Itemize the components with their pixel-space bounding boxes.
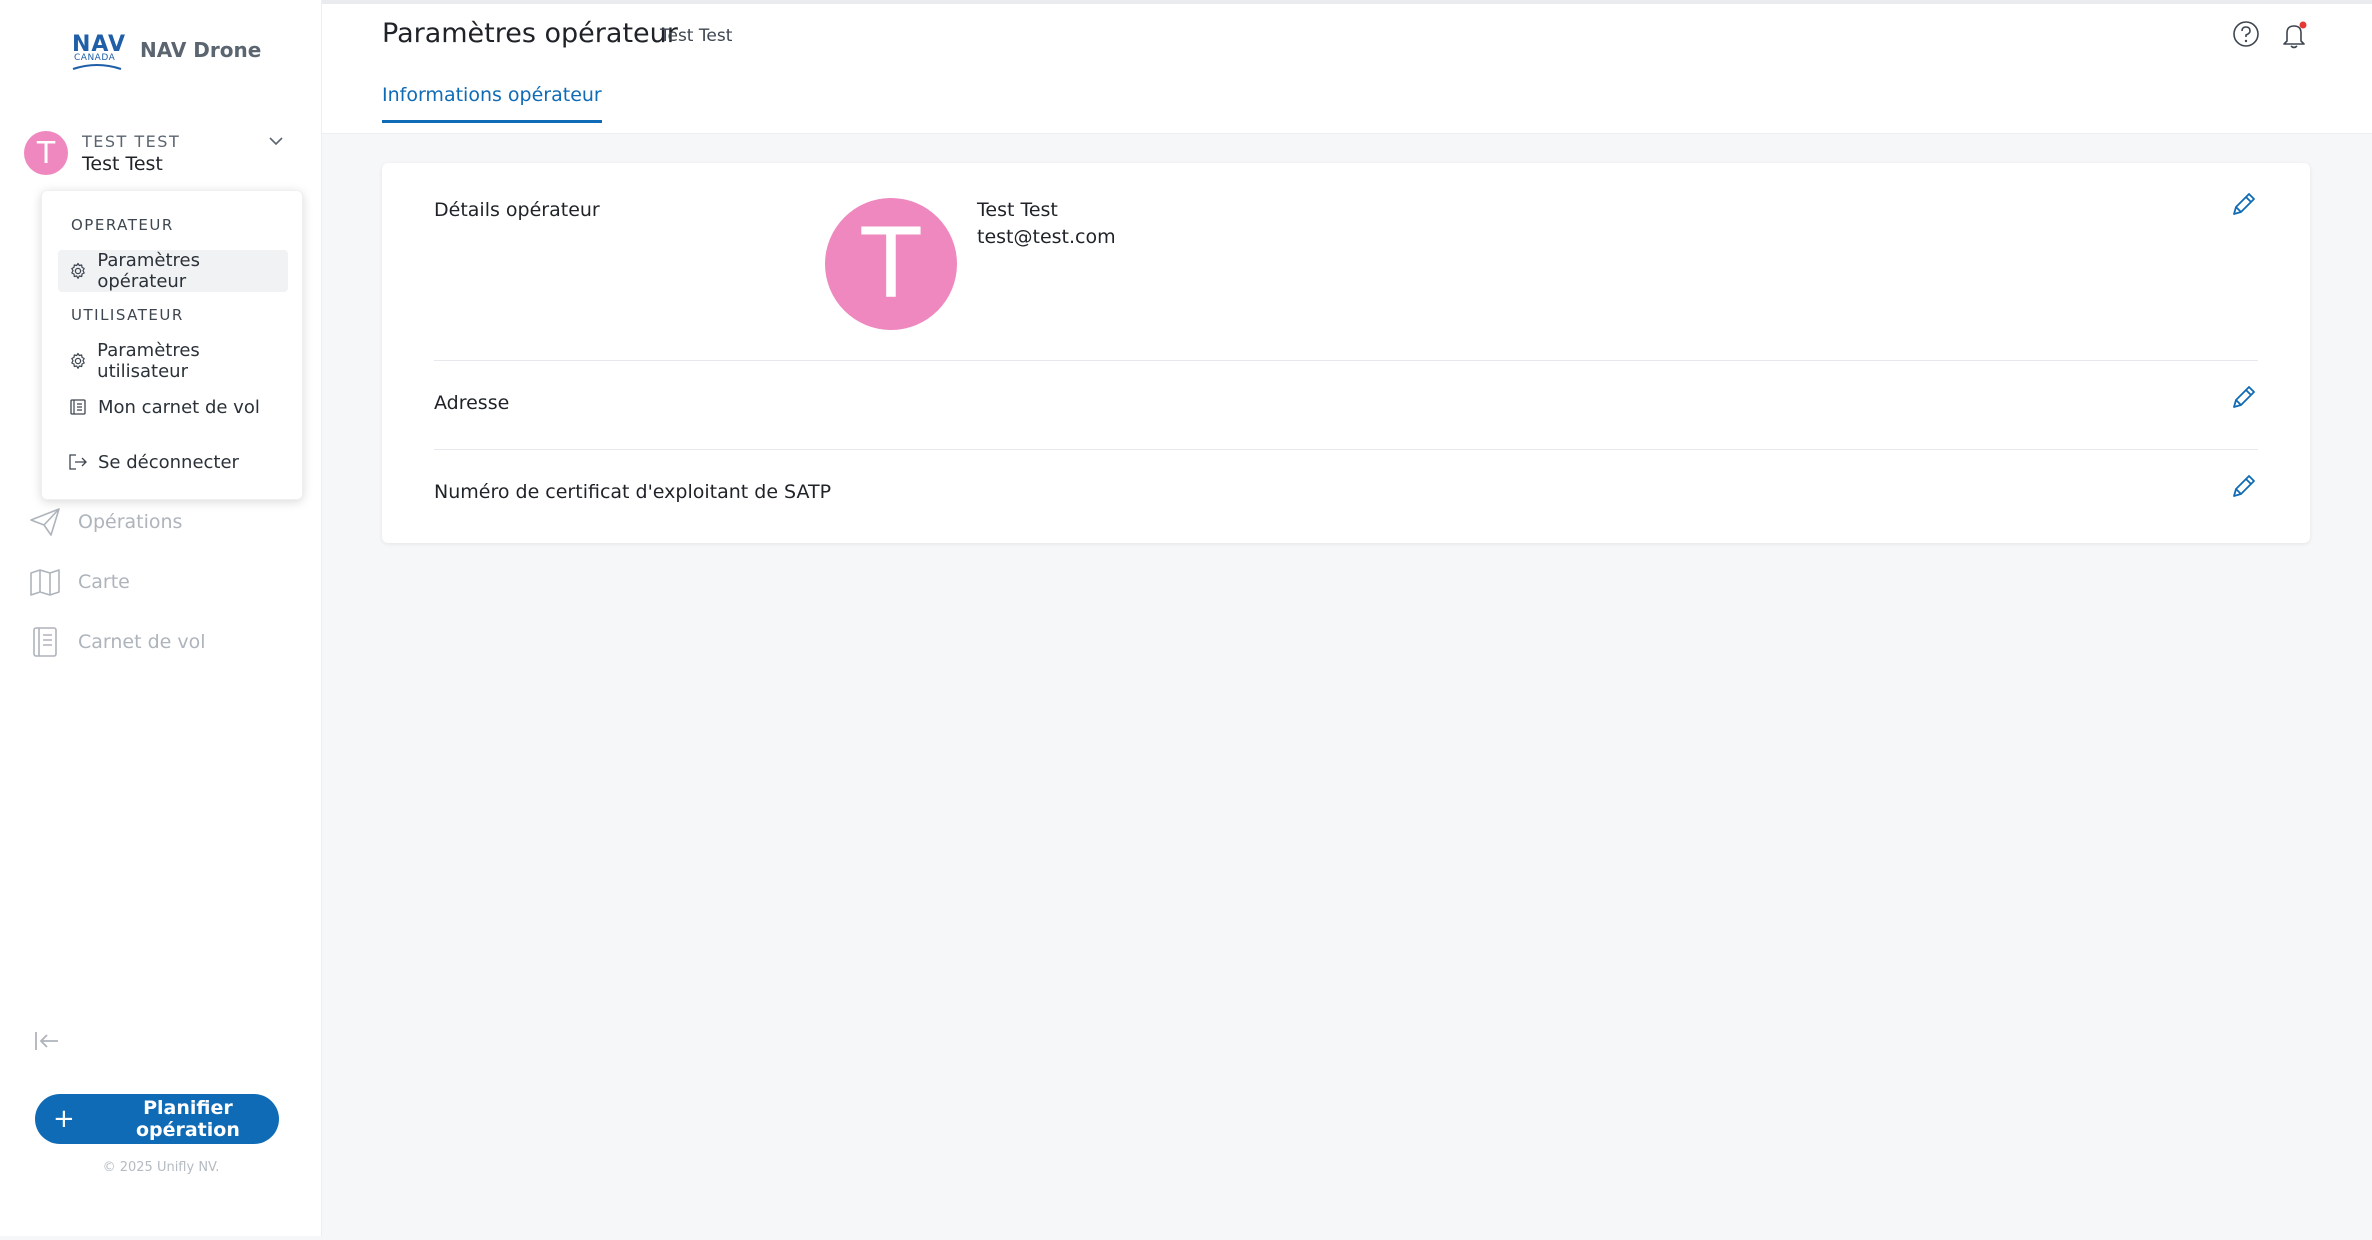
page-header: Paramètres opérateur Test Test Informati… — [322, 0, 2372, 134]
plan-operation-label: Planifier opération — [135, 1097, 240, 1141]
page-title: Paramètres opérateur — [382, 18, 678, 49]
sidebar-item-operations[interactable]: Opérations — [28, 502, 288, 542]
divider — [434, 360, 2258, 361]
edit-pencil-icon[interactable] — [2230, 190, 2258, 218]
user-avatar: T — [24, 131, 68, 175]
nav-canada-logo: NAV CANADA — [72, 30, 125, 70]
user-menu-toggle[interactable]: T TEST TEST Test Test — [24, 128, 284, 178]
sidebar-item-label: Carnet de vol — [78, 631, 206, 653]
operator-name: Test Test — [977, 199, 1058, 221]
sidebar-item-logbook[interactable]: Carnet de vol — [28, 622, 288, 662]
menu-item-label: Mon carnet de vol — [98, 396, 260, 418]
edit-pencil-icon[interactable] — [2230, 383, 2258, 411]
chevron-down-icon — [269, 137, 283, 146]
menu-item-my-logbook[interactable]: Mon carnet de vol — [58, 386, 288, 428]
logbook-icon — [68, 397, 88, 417]
notification-bell-icon[interactable] — [2280, 20, 2310, 50]
app-name: NAV Drone — [140, 38, 262, 62]
menu-item-label: Se déconnecter — [98, 451, 239, 473]
copyright: © 2025 Unifly NV. — [102, 1160, 220, 1175]
gear-icon — [68, 261, 87, 281]
dropdown-section-operator: OPERATEUR — [71, 216, 174, 234]
divider — [434, 449, 2258, 450]
menu-item-label: Paramètres utilisateur — [97, 340, 200, 382]
paper-plane-icon — [28, 505, 62, 539]
plus-icon: + — [53, 1104, 75, 1134]
operator-avatar: T — [825, 198, 957, 330]
operator-email: test@test.com — [977, 226, 1116, 248]
operator-details-card: Détails opérateur T Test Test test@test.… — [382, 163, 2310, 543]
plan-operation-button[interactable]: + Planifier opération — [35, 1094, 279, 1144]
page-subtitle: Test Test — [660, 26, 733, 46]
tab-operator-information[interactable]: Informations opérateur — [382, 84, 602, 123]
help-icon[interactable] — [2232, 20, 2260, 48]
collapse-sidebar-icon[interactable] — [34, 1030, 60, 1052]
map-icon — [28, 565, 62, 599]
user-dropdown-menu: OPERATEUR Paramètres opérateur UTILISATE… — [41, 190, 303, 500]
section-label-operator-details: Détails opérateur — [434, 199, 600, 221]
sidebar-item-label: Opérations — [78, 511, 183, 533]
dropdown-section-user: UTILISATEUR — [71, 306, 184, 324]
menu-item-operator-settings[interactable]: Paramètres opérateur — [58, 250, 288, 292]
menu-item-logout[interactable]: Se déconnecter — [58, 441, 288, 483]
section-label-address: Adresse — [434, 392, 510, 414]
gear-icon — [68, 351, 87, 371]
logo-canada-text: CANADA — [74, 53, 116, 63]
user-name: Test Test — [82, 152, 163, 175]
user-org: TEST TEST — [82, 131, 181, 151]
logbook-icon — [28, 625, 62, 659]
sidebar-item-label: Carte — [78, 571, 130, 593]
section-label-certificate: Numéro de certificat d'exploitant de SAT… — [434, 481, 832, 503]
logo[interactable]: NAV CANADA NAV Drone — [72, 30, 261, 70]
logo-swoosh-icon — [72, 64, 122, 70]
sidebar: NAV CANADA NAV Drone T TEST TEST Test Te… — [0, 0, 322, 1236]
logout-icon — [68, 452, 88, 472]
sidebar-item-map[interactable]: Carte — [28, 562, 288, 602]
menu-item-user-settings[interactable]: Paramètres utilisateur — [58, 340, 288, 382]
edit-pencil-icon[interactable] — [2230, 472, 2258, 500]
menu-item-label: Paramètres opérateur — [97, 250, 200, 292]
